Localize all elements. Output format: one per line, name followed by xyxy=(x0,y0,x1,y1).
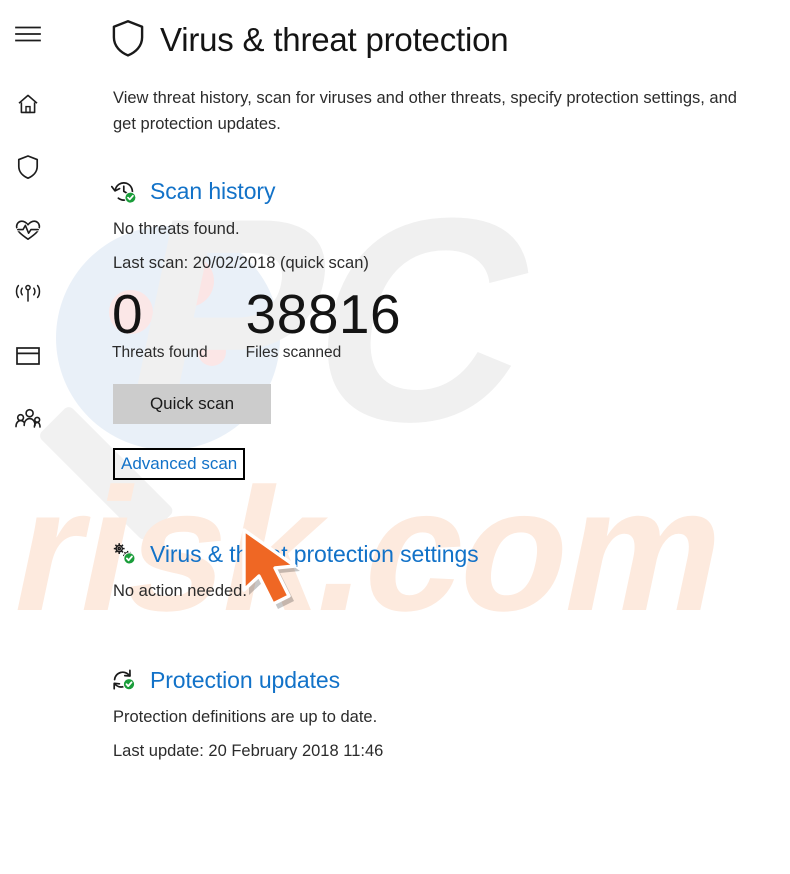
scan-history-title[interactable]: Scan history xyxy=(150,178,275,204)
protection-updates-last-update: Last update: 20 February 2018 11:46 xyxy=(113,742,384,761)
navigation-rail xyxy=(0,0,56,874)
threats-found-value: 0 xyxy=(112,282,144,345)
virus-threat-protection-window: Virus & threat protection View threat hi… xyxy=(0,0,790,874)
broadcast-icon xyxy=(15,284,41,302)
protection-settings-status: No action needed. xyxy=(113,582,247,601)
gears-check-glyph xyxy=(113,543,136,565)
sidebar-item-home[interactable] xyxy=(4,80,52,128)
scan-actions: Quick scan Advanced scan xyxy=(113,383,766,481)
refresh-check-icon xyxy=(110,666,138,694)
hamburger-menu-glyph xyxy=(15,26,41,42)
advanced-scan-row: Advanced scan xyxy=(113,447,766,481)
advanced-scan-link[interactable]: Advanced scan xyxy=(113,447,246,481)
gears-check-icon xyxy=(110,540,138,568)
heart-pulse-icon xyxy=(15,220,41,240)
stat-threats-found: 0 Threats found xyxy=(112,286,208,362)
main-content: Virus & threat protection View threat hi… xyxy=(56,0,790,874)
history-clock-check-glyph xyxy=(110,181,137,204)
sidebar-item-device-health[interactable] xyxy=(4,206,52,254)
protection-updates-title[interactable]: Protection updates xyxy=(150,667,340,693)
sidebar-item-app-browser-control[interactable] xyxy=(4,332,52,380)
scan-history-status: No threats found. xyxy=(113,219,240,238)
browser-window-icon xyxy=(16,347,40,365)
protection-updates-section: Protection updates Protection definition… xyxy=(110,666,766,764)
shield-glyph xyxy=(112,20,144,57)
protection-settings-title[interactable]: Virus & threat protection settings xyxy=(150,541,479,567)
scan-history-section: Scan history No threats found. Last scan… xyxy=(110,178,766,481)
page-title: Virus & threat protection xyxy=(160,21,509,59)
page-description: View threat history, scan for viruses an… xyxy=(113,89,737,134)
refresh-check-glyph xyxy=(113,669,136,691)
page-header: Virus & threat protection xyxy=(110,18,766,63)
files-scanned-label: Files scanned xyxy=(245,343,342,361)
protection-updates-status: Protection definitions are up to date. xyxy=(113,708,378,727)
scan-history-last-scan: Last scan: 20/02/2018 (quick scan) xyxy=(113,253,369,272)
sidebar-item-virus-protection[interactable] xyxy=(4,143,52,191)
sidebar-item-firewall-network[interactable] xyxy=(4,269,52,317)
sidebar-item-family-options[interactable] xyxy=(4,395,52,443)
home-icon xyxy=(18,94,38,114)
protection-settings-section: Virus & threat protection settings No ac… xyxy=(110,540,766,604)
scan-history-header[interactable]: Scan history xyxy=(110,178,766,206)
scan-history-stats: 0 Threats found 38816 Files scanned xyxy=(112,286,766,362)
family-people-icon xyxy=(15,408,41,428)
protection-settings-header[interactable]: Virus & threat protection settings xyxy=(110,540,766,568)
shield-icon xyxy=(17,155,39,180)
files-scanned-value: 38816 xyxy=(245,282,402,345)
quick-scan-button[interactable]: Quick scan xyxy=(113,383,271,424)
threats-found-label: Threats found xyxy=(112,343,208,361)
hamburger-menu-icon[interactable] xyxy=(4,10,52,58)
history-clock-check-icon xyxy=(110,178,138,206)
protection-updates-header[interactable]: Protection updates xyxy=(110,666,766,694)
shield-icon xyxy=(110,18,146,63)
stat-files-scanned: 38816 Files scanned xyxy=(246,286,401,362)
